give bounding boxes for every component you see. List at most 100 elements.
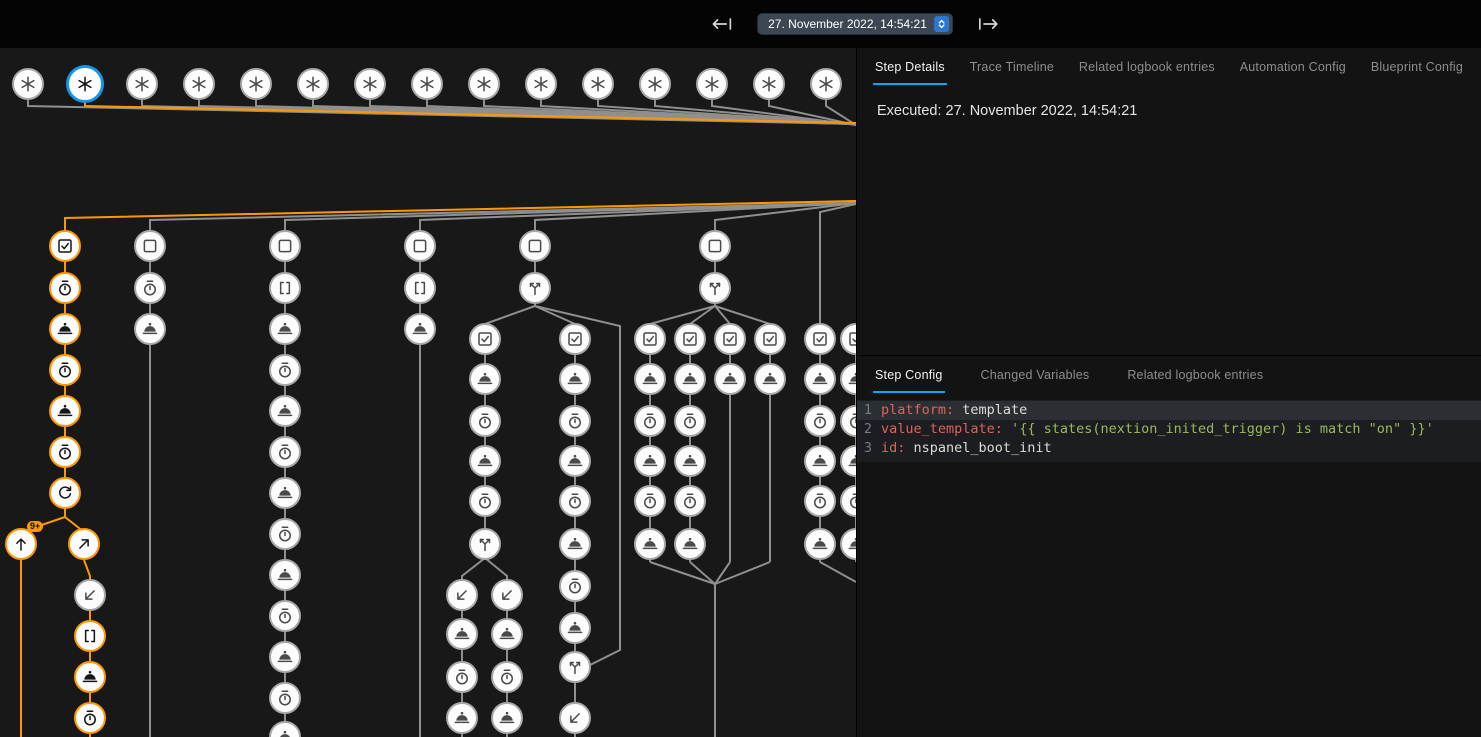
timer-node[interactable] [134,272,166,304]
call-split-node[interactable] [699,272,731,304]
asterisk-node[interactable] [297,68,329,100]
checkbox-marked-node[interactable] [714,323,746,355]
previous-run-button[interactable] [709,11,735,37]
room-service-node[interactable] [714,363,746,395]
room-service-node[interactable] [49,395,81,427]
checkbox-marked-node[interactable] [804,323,836,355]
timer-node[interactable] [269,354,301,386]
run-select[interactable]: 27. November 2022, 14:54:21 [757,13,953,35]
room-service-node[interactable] [469,445,501,477]
yaml-code-editor[interactable]: 1platform: template2value_template: '{{ … [857,400,1481,462]
room-service-node[interactable] [269,395,301,427]
room-service-node[interactable] [74,661,106,693]
room-service-node[interactable] [634,445,666,477]
asterisk-node[interactable] [12,68,44,100]
asterisk-node[interactable] [411,68,443,100]
call-received-node[interactable] [446,579,478,611]
timer-node[interactable] [804,405,836,437]
tab-automation-config[interactable]: Automation Config [1238,48,1348,85]
room-service-node[interactable] [446,702,478,734]
room-service-node[interactable] [269,559,301,591]
checkbox-marked-node[interactable] [634,323,666,355]
asterisk-node[interactable] [69,68,101,100]
tab-trace-timeline[interactable]: Trace Timeline [968,48,1056,85]
checkbox-marked-node[interactable] [559,323,591,355]
room-service-node[interactable] [134,313,166,345]
tab-blueprint-config[interactable]: Blueprint Config [1369,48,1465,85]
asterisk-node[interactable] [126,68,158,100]
timer-node[interactable] [446,661,478,693]
room-service-node[interactable] [559,612,591,644]
room-service-node[interactable] [446,618,478,650]
timer-node[interactable] [469,405,501,437]
code-brackets-node[interactable] [404,272,436,304]
checkbox-marked-node[interactable] [49,230,81,262]
room-service-node[interactable] [559,363,591,395]
timer-node[interactable] [559,485,591,517]
room-service-node[interactable] [269,641,301,673]
room-service-node[interactable] [674,528,706,560]
checkbox-blank-node[interactable] [699,230,731,262]
timer-node[interactable] [269,518,301,550]
timer-node[interactable] [804,485,836,517]
timer-node[interactable] [674,485,706,517]
asterisk-node[interactable] [582,68,614,100]
room-service-node[interactable] [634,528,666,560]
room-service-node[interactable] [559,445,591,477]
timer-node[interactable] [559,405,591,437]
refresh-node[interactable] [49,477,81,509]
room-service-node[interactable] [491,702,523,734]
timer-node[interactable] [49,436,81,468]
call-received-node[interactable] [559,702,591,734]
call-made-node[interactable] [68,528,100,560]
timer-node[interactable] [674,405,706,437]
timer-node[interactable] [74,702,106,734]
tab-step-details[interactable]: Step Details [873,48,947,85]
room-service-node[interactable] [634,363,666,395]
asterisk-node[interactable] [753,68,785,100]
room-service-node[interactable] [559,528,591,560]
room-service-node[interactable] [754,363,786,395]
timer-node[interactable] [269,682,301,714]
room-service-node[interactable] [49,313,81,345]
checkbox-marked-node[interactable] [754,323,786,355]
timer-node[interactable] [634,405,666,437]
room-service-node[interactable] [674,445,706,477]
checkbox-marked-node[interactable] [469,323,501,355]
call-split-node[interactable] [519,272,551,304]
next-run-button[interactable] [975,11,1001,37]
call-split-node[interactable] [469,528,501,560]
checkbox-marked-node[interactable] [674,323,706,355]
timer-node[interactable] [49,354,81,386]
arrow-up-node[interactable] [5,528,37,560]
asterisk-node[interactable] [354,68,386,100]
call-received-node[interactable] [74,579,106,611]
room-service-node[interactable] [491,618,523,650]
checkbox-blank-node[interactable] [519,230,551,262]
tab-related-logbook-entries[interactable]: Related logbook entries [1077,48,1217,85]
room-service-node[interactable] [804,363,836,395]
asterisk-node[interactable] [525,68,557,100]
checkbox-blank-node[interactable] [134,230,166,262]
timer-node[interactable] [269,600,301,632]
room-service-node[interactable] [469,363,501,395]
call-received-node[interactable] [491,579,523,611]
tab-changed-variables[interactable]: Changed Variables [979,356,1092,393]
room-service-node[interactable] [404,313,436,345]
checkbox-blank-node[interactable] [404,230,436,262]
tab-step-config[interactable]: Step Config [873,356,945,393]
asterisk-node[interactable] [468,68,500,100]
room-service-node[interactable] [269,313,301,345]
asterisk-node[interactable] [639,68,671,100]
tab-related-logbook-entries[interactable]: Related logbook entries [1125,356,1265,393]
timer-node[interactable] [491,661,523,693]
asterisk-node[interactable] [810,68,842,100]
code-brackets-node[interactable] [269,272,301,304]
room-service-node[interactable] [804,528,836,560]
room-service-node[interactable] [269,477,301,509]
timer-node[interactable] [634,485,666,517]
checkbox-blank-node[interactable] [269,230,301,262]
room-service-node[interactable] [674,363,706,395]
asterisk-node[interactable] [183,68,215,100]
code-brackets-node[interactable] [74,620,106,652]
